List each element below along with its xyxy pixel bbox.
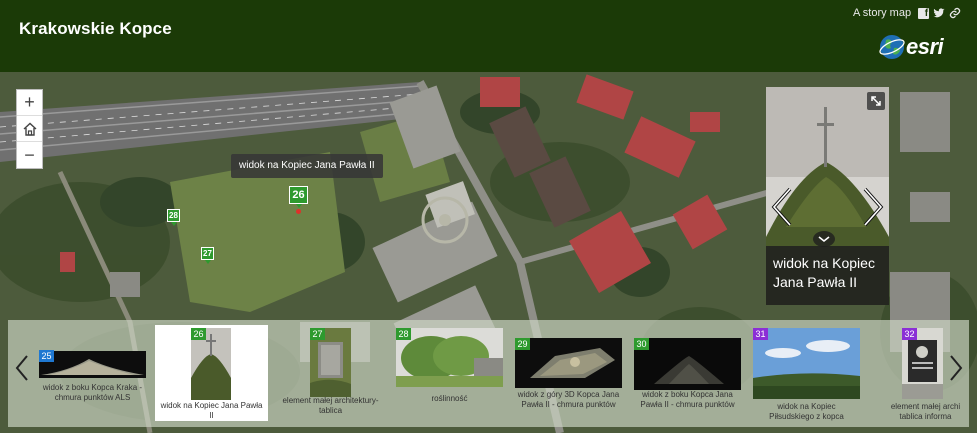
app-header: Krakowskie Kopce A story map f esri	[0, 0, 977, 72]
home-icon	[23, 122, 36, 136]
map-tooltip: widok na Kopiec Jana Pawła II	[231, 154, 383, 178]
card-label: element małej archi tablica informa	[890, 402, 961, 421]
card-number-badge: 25	[39, 350, 54, 362]
thumbnail-carousel: 25 widok z boku Kopca Kraka - chmura pun…	[8, 320, 969, 427]
preview-caption-line: widok na Kopiec	[773, 255, 875, 271]
card-number-badge: 28	[396, 328, 411, 340]
story-map-link-area: A story map f	[853, 7, 961, 19]
carousel-card-active[interactable]: 26 widok na Kopiec Jana Pawła II	[155, 325, 268, 421]
card-label: widok z boku Kopca Jana Pawła II - chmur…	[640, 390, 735, 409]
expand-icon	[871, 96, 881, 106]
card-label: widok na Kopiec Jana Pawła II	[160, 401, 263, 420]
card-thumbnail	[515, 338, 622, 388]
marker-location-dot	[296, 209, 301, 214]
card-number-badge: 29	[515, 338, 530, 350]
card-label: widok z góry 3D Kopca Jana Pawła II - ch…	[517, 390, 620, 409]
zoom-in-button[interactable]: +	[17, 90, 42, 116]
zoom-control: + −	[16, 89, 43, 169]
card-number-badge: 30	[634, 338, 649, 350]
carousel-card[interactable]: 32 element małej archi tablica informa	[869, 325, 969, 421]
chevron-down-icon[interactable]	[813, 231, 835, 247]
card-label: widok na Kopiec Piłsudskiego z kopca	[769, 402, 844, 421]
card-thumbnail	[396, 328, 503, 387]
map-marker[interactable]: 27	[201, 247, 214, 264]
next-slide-arrow-icon[interactable]	[859, 185, 887, 229]
carousel-card[interactable]: 31 widok na Kopiec Piłsudskiego z kopca	[750, 325, 863, 421]
card-number-badge: 32	[902, 328, 917, 340]
carousel-prev-arrow-icon[interactable]	[14, 354, 30, 382]
app-title: Krakowskie Kopce	[19, 19, 172, 38]
story-map-link[interactable]: A story map	[853, 7, 911, 19]
carousel-card[interactable]: 29 widok z góry 3D Kopca Jana Pawła II -…	[512, 325, 625, 421]
carousel-card[interactable]: 28 roślinność	[393, 325, 506, 421]
esri-wordmark: esri	[906, 34, 944, 59]
link-icon[interactable]	[949, 7, 961, 19]
carousel-card[interactable]: 25 widok z boku Kopca Kraka - chmura pun…	[36, 325, 149, 421]
card-number-badge: 27	[310, 328, 325, 340]
media-preview-panel: widok na Kopiec Jana Pawła II	[766, 87, 889, 305]
card-number-badge: 26	[191, 328, 206, 340]
card-thumbnail	[753, 328, 860, 399]
twitter-icon[interactable]	[933, 7, 945, 19]
card-label: element małej architektury- tablica	[282, 396, 379, 415]
card-number-badge: 31	[753, 328, 768, 340]
esri-globe-icon	[879, 35, 905, 59]
social-links: f	[918, 7, 961, 19]
map-marker[interactable]: 26	[289, 186, 308, 208]
preview-caption-line: Jana Pawła II	[773, 274, 858, 290]
card-label: widok z boku Kopca Kraka - chmura punktó…	[42, 383, 143, 402]
carousel-card[interactable]: 27 element małej architektury- tablica	[274, 325, 387, 421]
map-marker[interactable]: 28	[167, 209, 180, 226]
carousel-card[interactable]: 30 widok z boku Kopca Jana Pawła II - ch…	[631, 325, 744, 421]
facebook-icon[interactable]: f	[918, 7, 930, 19]
previous-slide-arrow-icon[interactable]	[768, 185, 796, 229]
card-label: roślinność	[431, 394, 468, 403]
preview-caption: widok na Kopiec Jana Pawła II	[766, 246, 889, 305]
card-thumbnail	[634, 338, 741, 390]
esri-logo[interactable]: esri	[879, 34, 944, 60]
zoom-out-button[interactable]: −	[17, 142, 42, 168]
home-button[interactable]	[17, 116, 42, 142]
card-thumbnail	[39, 351, 146, 378]
map-view[interactable]: + − widok na Kopiec Jana Pawła II 26 28 …	[0, 72, 977, 433]
expand-button[interactable]	[867, 92, 885, 110]
